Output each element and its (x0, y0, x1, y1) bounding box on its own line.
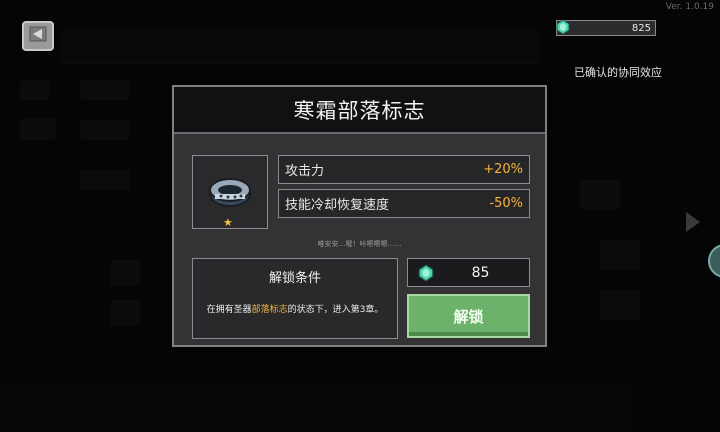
modal-header: 寒霜部落标志 (174, 87, 545, 134)
stat-row: 技能冷却恢复速度 -50% (278, 189, 530, 218)
back-button[interactable] (22, 21, 54, 51)
currency-counter: 825 (555, 19, 656, 38)
cost-value: 85 (471, 265, 490, 281)
unlock-button[interactable]: 解锁 (407, 294, 530, 338)
item-icon-frame: ★ (192, 155, 268, 229)
next-page-arrow-icon[interactable] (686, 212, 700, 232)
gem-icon (555, 19, 571, 38)
stat-value: -50% (489, 196, 523, 211)
condition-text: 在拥有圣器 (206, 305, 252, 315)
unlock-cost: 85 (407, 258, 530, 287)
version-label: Ver. 1.0.19 (665, 2, 714, 12)
condition-highlight: 部落标志 (251, 305, 288, 315)
stat-label: 技能冷却恢复速度 (285, 198, 390, 213)
stat-row: 攻击力 +20% (278, 155, 530, 184)
unlock-condition-title: 解锁条件 (268, 271, 321, 286)
stat-label: 攻击力 (285, 164, 325, 179)
synergy-label[interactable]: 已确认的协同效应 (574, 64, 662, 80)
unlock-condition-panel: 解锁条件 在拥有圣器部落标志的状态下，进入第3章。 (192, 258, 398, 339)
back-arrow-icon (29, 26, 47, 46)
modal-title: 寒霜部落标志 (293, 98, 426, 123)
stat-value: +20% (483, 162, 523, 177)
star-icon: ★ (223, 216, 233, 229)
currency-value: 825 (631, 22, 651, 34)
unlock-condition-description: 在拥有圣器部落标志的状态下，进入第3章。 (193, 302, 397, 315)
condition-text: 的状态下，进入第3章。 (287, 305, 384, 315)
frost-ring-icon (207, 174, 253, 214)
relic-unlock-modal: 寒霜部落标志 ★ 攻击力 +20% 技能冷却恢复速度 -50% 唯安安…喔！咔嚓… (172, 85, 547, 347)
flavor-text: 唯安安…喔！咔嚓嚓嚓…… (317, 240, 402, 248)
unlock-button-label: 解锁 (453, 307, 484, 326)
